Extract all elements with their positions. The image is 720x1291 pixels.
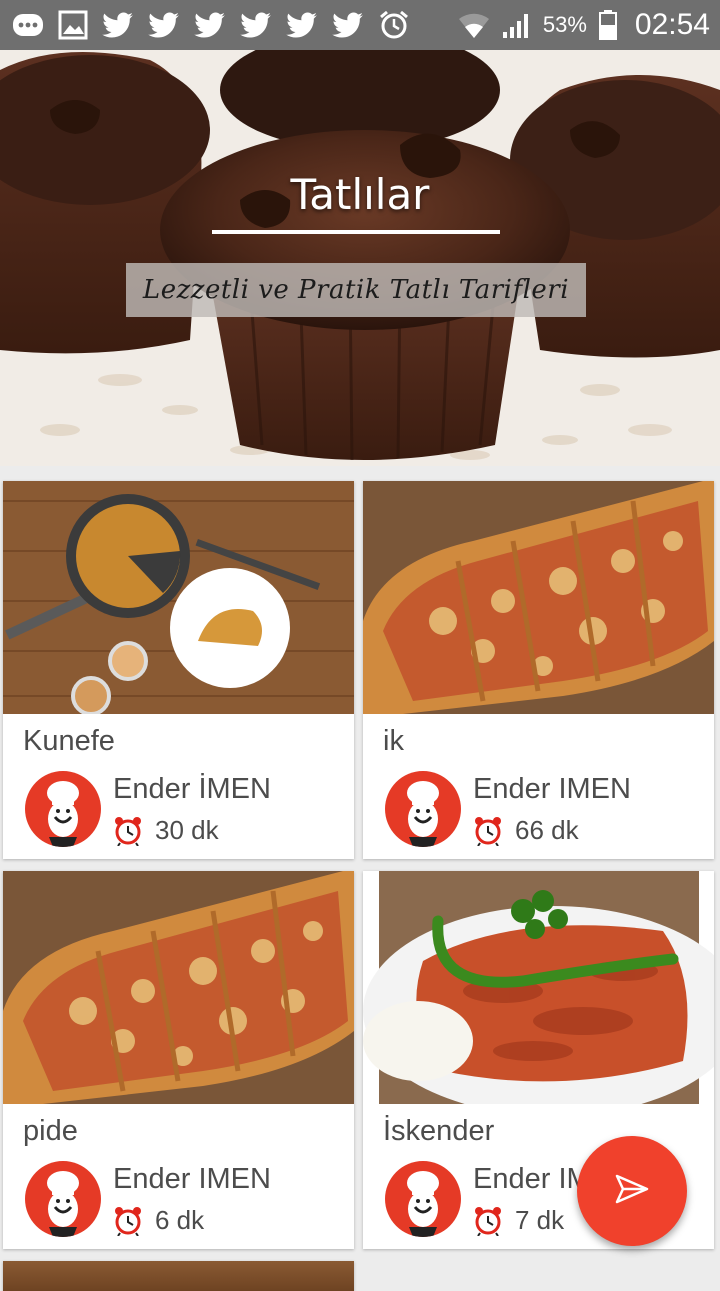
recipe-author: Ender IMEN	[113, 1163, 271, 1195]
twitter-icon	[332, 8, 364, 42]
signal-icon	[501, 8, 533, 42]
chef-avatar	[385, 1161, 461, 1237]
chef-avatar	[25, 771, 101, 847]
twitter-icon	[194, 8, 226, 42]
alarm-icon	[378, 8, 410, 42]
alarm-clock-icon	[473, 816, 503, 847]
page-subtitle: Lezzetli ve Pratik Tatlı Tarifleri	[126, 263, 586, 317]
recipe-duration: 66 dk	[515, 815, 579, 845]
page-title: Tatlılar	[290, 170, 430, 219]
battery-percent: 53%	[542, 12, 587, 37]
status-bar: 53% 02:54	[0, 0, 720, 50]
recipe-duration: 30 dk	[155, 815, 219, 845]
kunefe-photo	[3, 481, 354, 714]
recipe-card-partial[interactable]	[3, 1261, 354, 1291]
twitter-icon	[102, 8, 134, 42]
battery-icon	[598, 8, 617, 42]
muffin-photo	[0, 50, 720, 466]
recipe-duration: 7 dk	[515, 1205, 565, 1235]
recipe-photo	[3, 1261, 354, 1291]
hero-banner: Tatlılar Lezzetli ve Pratik Tatlı Tarifl…	[0, 50, 720, 466]
alarm-clock-icon	[473, 1206, 503, 1237]
twitter-icon	[240, 8, 272, 42]
send-fab-button[interactable]	[577, 1136, 687, 1246]
title-underline	[212, 230, 500, 234]
send-icon	[615, 1174, 649, 1209]
recipe-title[interactable]: ik	[383, 725, 404, 758]
image-icon	[58, 8, 88, 42]
alarm-clock-icon	[113, 816, 143, 847]
pide-photo	[3, 871, 354, 1104]
recipe-card[interactable]: pide Ender IMEN 6 dk	[3, 871, 354, 1249]
pide-photo	[363, 481, 714, 714]
recipe-card[interactable]: ik Ender IMEN 66 dk	[363, 481, 714, 859]
twitter-icon	[286, 8, 318, 42]
recipe-title[interactable]: İskender	[383, 1115, 494, 1148]
iskender-photo	[363, 871, 714, 1104]
recipe-author: Ender İMEN	[113, 773, 271, 805]
recipe-title[interactable]: Kunefe	[23, 725, 115, 758]
wifi-icon	[457, 8, 491, 42]
recipe-card[interactable]: Kunefe Ender İMEN 30 dk	[3, 481, 354, 859]
recipe-duration: 6 dk	[155, 1205, 205, 1235]
recipe-author: Ender IMEN	[473, 773, 631, 805]
clock-time: 02:54	[634, 8, 710, 41]
chat-icon	[12, 8, 44, 42]
recipe-title[interactable]: pide	[23, 1115, 78, 1148]
chef-avatar	[25, 1161, 101, 1237]
twitter-icon	[148, 8, 180, 42]
alarm-clock-icon	[113, 1206, 143, 1237]
chef-avatar	[385, 771, 461, 847]
